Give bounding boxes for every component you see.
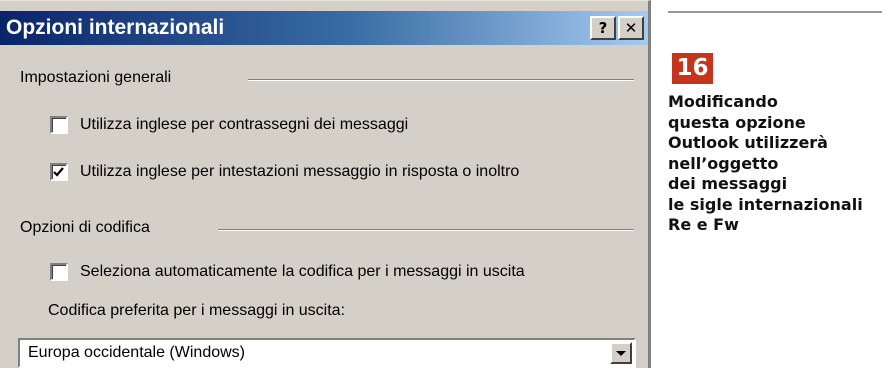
dropdown-button[interactable] bbox=[610, 342, 632, 364]
help-button[interactable]: ? bbox=[590, 16, 616, 40]
option-label: Utilizza inglese per intestazioni messag… bbox=[80, 163, 520, 180]
preferred-encoding-select[interactable]: Europa occidentale (Windows) bbox=[18, 338, 636, 368]
caption-line: le sigle internazionali bbox=[668, 194, 863, 214]
group-label-encoding: Opzioni di codifica bbox=[20, 219, 150, 236]
caption-line: Modificando bbox=[668, 92, 778, 111]
title-bar[interactable]: Opzioni internazionali ? ✕ bbox=[0, 11, 648, 45]
option-auto-encoding[interactable]: Seleziona automaticamente la codifica pe… bbox=[50, 261, 525, 283]
international-options-dialog: Opzioni internazionali ? ✕ Impostazioni … bbox=[0, 0, 651, 368]
checkbox-auto-encoding[interactable] bbox=[50, 263, 68, 281]
group-divider-general bbox=[248, 79, 634, 81]
checkbox-english-headers[interactable] bbox=[50, 163, 68, 181]
caption-line: questa opzione bbox=[668, 112, 806, 132]
top-rule bbox=[668, 11, 882, 13]
figure-number-badge: 16 bbox=[672, 53, 713, 84]
caption-line: dei messaggi bbox=[668, 174, 788, 193]
caption-line: Outlook utilizzerà bbox=[668, 133, 828, 152]
option-label: Seleziona automaticamente la codifica pe… bbox=[80, 263, 525, 280]
chevron-down-icon bbox=[616, 351, 626, 356]
option-english-flags[interactable]: Utilizza inglese per contrassegni dei me… bbox=[50, 114, 408, 136]
dialog-title: Opzioni internazionali bbox=[6, 16, 225, 39]
preferred-encoding-value: Europa occidentale (Windows) bbox=[28, 344, 245, 361]
checkmark-icon bbox=[53, 167, 64, 177]
caption-text: Modificando questa opzione Outlook utili… bbox=[668, 92, 882, 236]
preferred-encoding-label: Codifica preferita per i messaggi in usc… bbox=[48, 302, 346, 319]
checkbox-english-flags[interactable] bbox=[50, 116, 68, 134]
group-divider-encoding bbox=[218, 229, 634, 231]
figure-caption: 16 Modificando questa opzione Outlook ut… bbox=[668, 0, 882, 368]
close-button[interactable]: ✕ bbox=[618, 16, 644, 40]
group-label-general: Impostazioni generali bbox=[20, 69, 172, 86]
option-english-headers[interactable]: Utilizza inglese per intestazioni messag… bbox=[50, 161, 519, 183]
option-label: Utilizza inglese per contrassegni dei me… bbox=[80, 116, 409, 133]
caption-line: nell’oggetto bbox=[668, 153, 779, 173]
caption-line: Re e Fw bbox=[668, 215, 739, 234]
